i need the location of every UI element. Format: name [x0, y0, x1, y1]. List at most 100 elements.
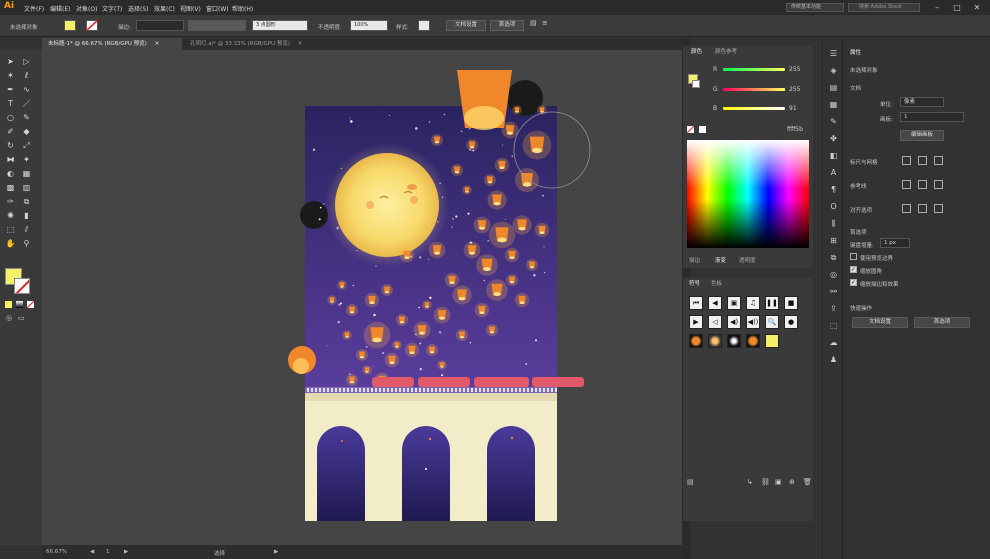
channel-g-slider[interactable]	[723, 88, 785, 91]
symbol-item[interactable]: ⏮	[689, 296, 703, 310]
symbol-item[interactable]: ●	[784, 315, 798, 329]
fill-swatch[interactable]	[64, 20, 76, 31]
current-stroke-swatch[interactable]	[692, 80, 700, 88]
gradient-icon[interactable]: ▥	[21, 182, 32, 193]
eraser-icon[interactable]: ◆	[21, 126, 32, 137]
unit-dropdown[interactable]: 像素	[900, 97, 944, 107]
symbol-item[interactable]: 🔍	[765, 315, 779, 329]
close-tab-icon[interactable]: ✕	[298, 41, 303, 47]
snap-pixel-icon[interactable]	[934, 204, 943, 213]
mesh-icon[interactable]: ▩	[5, 182, 16, 193]
quick-preferences-button[interactable]: 首选项	[914, 317, 970, 328]
scale-icon[interactable]: ⤢	[21, 140, 32, 151]
lasso-icon[interactable]: ℓ	[21, 70, 32, 81]
appearance-icon[interactable]: ◎	[828, 269, 839, 280]
curvature-icon[interactable]: ∿	[21, 84, 32, 95]
break-link-icon[interactable]: ⛓	[761, 478, 770, 486]
width-icon[interactable]: ⧓	[5, 154, 16, 165]
channel-g-value[interactable]: 255	[789, 86, 800, 93]
symbol-lantern-3[interactable]	[746, 334, 760, 348]
color-mode-icon[interactable]	[5, 301, 12, 308]
tab-lantern[interactable]: 孔明灯.ai* @ 33.33% (RGB/GPU 预览) ✕	[184, 38, 324, 50]
properties-icon[interactable]: ☰	[828, 48, 839, 59]
menu-edit[interactable]: 编辑(E)	[50, 4, 70, 13]
ruler-icon[interactable]	[902, 156, 911, 165]
blend-icon[interactable]: ⧉	[21, 196, 32, 207]
paintbrush-icon[interactable]: ✎	[21, 112, 32, 123]
snap-point-icon[interactable]	[902, 204, 911, 213]
keyboard-increment-input[interactable]: 1 px	[880, 238, 910, 248]
graphic-styles-icon[interactable]: ◧	[828, 150, 839, 161]
puppet-warp-icon[interactable]: ✦	[21, 154, 32, 165]
canvas-area[interactable]	[42, 50, 682, 545]
line-icon[interactable]: ／	[21, 98, 32, 109]
type-icon[interactable]: T	[5, 98, 16, 109]
symbol-sprayer-icon[interactable]: ✺	[5, 210, 16, 221]
channel-b-slider[interactable]	[723, 107, 785, 110]
minimize-icon[interactable]: –	[930, 2, 944, 13]
artboard-number[interactable]: 1	[106, 549, 110, 555]
symbol-lantern-1[interactable]	[689, 334, 703, 348]
artboard-dropdown[interactable]: 1	[900, 112, 964, 122]
menu-effect[interactable]: 效果(C)	[154, 4, 175, 13]
tab-properties[interactable]: 属性	[850, 48, 861, 56]
zoom-level[interactable]: 66.67%	[46, 549, 67, 555]
opentype-icon[interactable]: O	[828, 201, 839, 212]
pixel-grid-icon[interactable]	[934, 156, 943, 165]
shaper-icon[interactable]: ✐	[5, 126, 16, 137]
draw-mode-icon[interactable]: ◎	[6, 314, 12, 322]
column-graph-icon[interactable]: ▮	[21, 210, 32, 221]
close-tab-icon[interactable]: ✕	[155, 41, 160, 47]
symbol-item[interactable]: ♫	[746, 296, 760, 310]
white-color-icon[interactable]	[699, 126, 706, 133]
symbol-item[interactable]: ◁	[708, 315, 722, 329]
symbol-item[interactable]: ■	[784, 296, 798, 310]
symbol-lantern-2[interactable]	[708, 334, 722, 348]
symbol-yellow[interactable]	[765, 334, 779, 348]
perspective-icon[interactable]: ▦	[21, 168, 32, 179]
eyedropper-icon[interactable]: ✑	[5, 196, 16, 207]
smart-guides-icon[interactable]	[934, 180, 943, 189]
brushes-icon[interactable]: ✎	[828, 116, 839, 127]
tab-untitled[interactable]: 未标题-1* @ 66.67% (RGB/GPU 预览) ✕	[42, 38, 182, 50]
grid-icon[interactable]	[918, 156, 927, 165]
maximize-icon[interactable]: □	[950, 2, 964, 13]
stroke-swatch[interactable]	[86, 20, 98, 31]
tab-transparency[interactable]: 透明度	[739, 257, 756, 266]
paragraph-icon[interactable]: ¶	[828, 184, 839, 195]
menu-select[interactable]: 选择(S)	[128, 4, 149, 13]
tab-swatches[interactable]: 色板	[711, 280, 722, 289]
tab-gradient[interactable]: 渐变	[715, 257, 726, 266]
scale-strokes-checkbox[interactable]: ✓	[850, 279, 857, 286]
next-artboard-icon[interactable]: ▶	[124, 549, 128, 555]
symbol-item[interactable]: ◀	[708, 296, 722, 310]
artboard-icon[interactable]: ⬚	[5, 224, 16, 235]
symbol-item[interactable]: ▶	[689, 315, 703, 329]
hex-value[interactable]: ffff5b	[787, 126, 803, 133]
workspace-switcher[interactable]: 传统基本功能	[786, 3, 844, 12]
symbol-options-icon[interactable]: ▣	[775, 478, 782, 486]
stroke-weight-dropdown[interactable]	[136, 20, 184, 31]
tab-color-guide[interactable]: 颜色参考	[715, 48, 737, 57]
pen-settings-icon[interactable]: ♟	[828, 354, 839, 365]
ellipse-icon[interactable]: ○	[5, 112, 16, 123]
zoom-icon[interactable]: ⚲	[21, 238, 32, 249]
delete-icon[interactable]: 🗑	[803, 478, 812, 486]
cc-libraries-icon[interactable]: ☁	[828, 337, 839, 348]
arrange-icon[interactable]: ▤	[530, 19, 537, 27]
rotate-icon[interactable]: ↻	[5, 140, 16, 151]
symbol-item[interactable]: ◀)	[727, 315, 741, 329]
pen-icon[interactable]: ✒	[5, 84, 16, 95]
none-mode-icon[interactable]	[27, 301, 34, 308]
channel-r-value[interactable]: 255	[789, 66, 800, 73]
close-window-icon[interactable]: ✕	[970, 2, 984, 13]
symbols-icon[interactable]: ✤	[828, 133, 839, 144]
pathfinder-icon[interactable]: ⧉	[828, 252, 839, 263]
symbol-item[interactable]: ◀))	[746, 315, 760, 329]
stroke-color-box[interactable]	[14, 278, 30, 294]
character-icon[interactable]: A	[828, 167, 839, 178]
shape-builder-icon[interactable]: ◐	[5, 168, 16, 179]
tab-symbols[interactable]: 符号	[689, 280, 700, 289]
edit-artboards-button[interactable]: 编辑画板	[900, 130, 944, 141]
symbol-glow[interactable]	[727, 334, 741, 348]
